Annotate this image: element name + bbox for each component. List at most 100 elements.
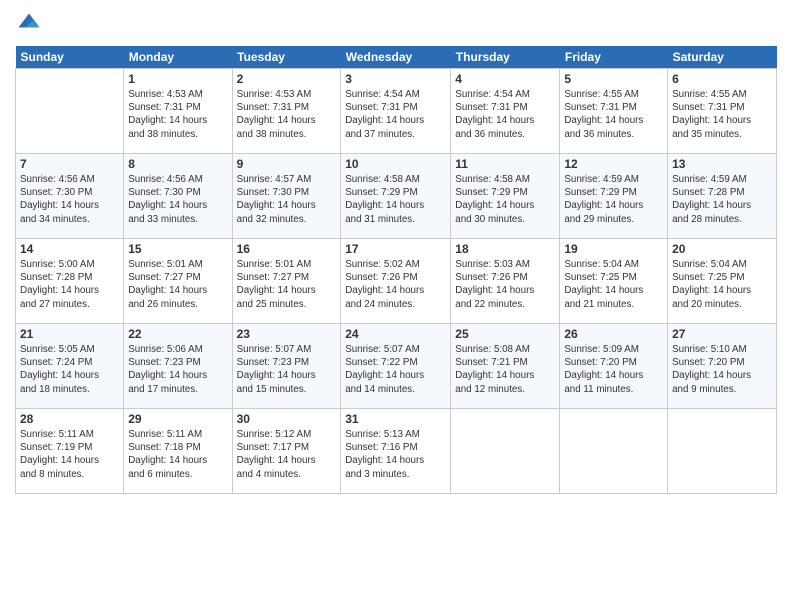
- calendar-cell: 20Sunrise: 5:04 AMSunset: 7:25 PMDayligh…: [668, 239, 777, 324]
- calendar-cell: 30 Sunrise: 5:12 AMSunset: 7:17 PMDayligh…: [232, 409, 341, 494]
- day-number: 11: [455, 157, 555, 171]
- day-info: Sunrise: 5:04 AMSunset: 7:25 PMDaylight:…: [564, 258, 663, 311]
- calendar-cell: 8 Sunrise: 4:56 AMSunset: 7:30 PMDaylight…: [124, 154, 232, 239]
- calendar-cell: 7 Sunrise: 4:56 AMSunset: 7:30 PMDaylight…: [16, 154, 124, 239]
- calendar-cell: 23 Sunrise: 5:07 AMSunset: 7:23 PMDayligh…: [232, 324, 341, 409]
- calendar-cell: 29Sunrise: 5:11 AMSunset: 7:18 PMDayligh…: [124, 409, 232, 494]
- calendar-cell: 2 Sunrise: 4:53 AMSunset: 7:31 PMDaylight…: [232, 69, 341, 154]
- calendar-cell: 27 Sunrise: 5:10 AMSunset: 7:20 PMDayligh…: [668, 324, 777, 409]
- calendar-cell: 18Sunrise: 5:03 AMSunset: 7:26 PMDayligh…: [451, 239, 560, 324]
- day-info: Sunrise: 5:00 AMSunset: 7:28 PMDaylight:…: [20, 258, 119, 311]
- day-number: 27: [672, 327, 772, 341]
- day-info: Sunrise: 5:01 AMSunset: 7:27 PMDaylight:…: [128, 258, 227, 311]
- day-header-monday: Monday: [124, 46, 232, 69]
- day-number: 7: [20, 157, 119, 171]
- day-number: 4: [455, 72, 555, 86]
- header-row: SundayMondayTuesdayWednesdayThursdayFrid…: [16, 46, 777, 69]
- day-number: 9: [237, 157, 337, 171]
- calendar-cell: 31 Sunrise: 5:13 AMSunset: 7:16 PMDayligh…: [341, 409, 451, 494]
- day-number: 21: [20, 327, 119, 341]
- day-number: 26: [564, 327, 663, 341]
- day-number: 24: [345, 327, 446, 341]
- day-info: Sunrise: 5:10 AMSunset: 7:20 PMDaylight:…: [672, 343, 772, 396]
- day-number: 22: [128, 327, 227, 341]
- day-header-friday: Friday: [560, 46, 668, 69]
- day-info: Sunrise: 4:58 AMSunset: 7:29 PMDaylight:…: [345, 173, 446, 226]
- week-row-2: 7 Sunrise: 4:56 AMSunset: 7:30 PMDaylight…: [16, 154, 777, 239]
- day-info: Sunrise: 5:04 AMSunset: 7:25 PMDaylight:…: [672, 258, 772, 311]
- logo: [15, 10, 45, 38]
- day-number: 31: [345, 412, 446, 426]
- calendar-cell: 24 Sunrise: 5:07 AMSunset: 7:22 PMDayligh…: [341, 324, 451, 409]
- calendar-cell: 28Sunrise: 5:11 AMSunset: 7:19 PMDayligh…: [16, 409, 124, 494]
- day-info: Sunrise: 4:56 AMSunset: 7:30 PMDaylight:…: [128, 173, 227, 226]
- day-number: 8: [128, 157, 227, 171]
- day-info: Sunrise: 5:01 AMSunset: 7:27 PMDaylight:…: [237, 258, 337, 311]
- calendar-cell: 17Sunrise: 5:02 AMSunset: 7:26 PMDayligh…: [341, 239, 451, 324]
- day-info: Sunrise: 5:13 AMSunset: 7:16 PMDaylight:…: [345, 428, 446, 481]
- calendar-cell: 6 Sunrise: 4:55 AMSunset: 7:31 PMDaylight…: [668, 69, 777, 154]
- calendar-cell: 25 Sunrise: 5:08 AMSunset: 7:21 PMDayligh…: [451, 324, 560, 409]
- header: [15, 10, 777, 38]
- week-row-4: 21 Sunrise: 5:05 AMSunset: 7:24 PMDayligh…: [16, 324, 777, 409]
- day-number: 2: [237, 72, 337, 86]
- day-info: Sunrise: 5:11 AMSunset: 7:19 PMDaylight:…: [20, 428, 119, 481]
- day-number: 17: [345, 242, 446, 256]
- day-info: Sunrise: 4:53 AMSunset: 7:31 PMDaylight:…: [128, 88, 227, 141]
- day-info: Sunrise: 5:12 AMSunset: 7:17 PMDaylight:…: [237, 428, 337, 481]
- calendar-cell: 5 Sunrise: 4:55 AMSunset: 7:31 PMDaylight…: [560, 69, 668, 154]
- day-info: Sunrise: 4:57 AMSunset: 7:30 PMDaylight:…: [237, 173, 337, 226]
- day-info: Sunrise: 4:53 AMSunset: 7:31 PMDaylight:…: [237, 88, 337, 141]
- day-header-thursday: Thursday: [451, 46, 560, 69]
- day-info: Sunrise: 4:54 AMSunset: 7:31 PMDaylight:…: [345, 88, 446, 141]
- day-number: 5: [564, 72, 663, 86]
- calendar-cell: [560, 409, 668, 494]
- calendar-cell: 19 Sunrise: 5:04 AMSunset: 7:25 PMDayligh…: [560, 239, 668, 324]
- day-number: 14: [20, 242, 119, 256]
- day-info: Sunrise: 4:55 AMSunset: 7:31 PMDaylight:…: [564, 88, 663, 141]
- day-info: Sunrise: 5:09 AMSunset: 7:20 PMDaylight:…: [564, 343, 663, 396]
- day-number: 10: [345, 157, 446, 171]
- day-info: Sunrise: 5:05 AMSunset: 7:24 PMDaylight:…: [20, 343, 119, 396]
- calendar-cell: 21 Sunrise: 5:05 AMSunset: 7:24 PMDayligh…: [16, 324, 124, 409]
- day-info: Sunrise: 4:59 AMSunset: 7:29 PMDaylight:…: [564, 173, 663, 226]
- calendar-cell: 14 Sunrise: 5:00 AMSunset: 7:28 PMDayligh…: [16, 239, 124, 324]
- day-header-saturday: Saturday: [668, 46, 777, 69]
- day-number: 25: [455, 327, 555, 341]
- day-info: Sunrise: 5:03 AMSunset: 7:26 PMDaylight:…: [455, 258, 555, 311]
- day-number: 1: [128, 72, 227, 86]
- day-number: 19: [564, 242, 663, 256]
- calendar-cell: [16, 69, 124, 154]
- day-header-tuesday: Tuesday: [232, 46, 341, 69]
- calendar-cell: 15 Sunrise: 5:01 AMSunset: 7:27 PMDayligh…: [124, 239, 232, 324]
- day-info: Sunrise: 4:56 AMSunset: 7:30 PMDaylight:…: [20, 173, 119, 226]
- calendar-cell: 9 Sunrise: 4:57 AMSunset: 7:30 PMDaylight…: [232, 154, 341, 239]
- logo-icon: [15, 10, 43, 38]
- calendar-table: SundayMondayTuesdayWednesdayThursdayFrid…: [15, 46, 777, 494]
- calendar-cell: 12 Sunrise: 4:59 AMSunset: 7:29 PMDayligh…: [560, 154, 668, 239]
- day-number: 23: [237, 327, 337, 341]
- day-info: Sunrise: 5:06 AMSunset: 7:23 PMDaylight:…: [128, 343, 227, 396]
- day-info: Sunrise: 5:11 AMSunset: 7:18 PMDaylight:…: [128, 428, 227, 481]
- day-number: 30: [237, 412, 337, 426]
- week-row-1: 1 Sunrise: 4:53 AMSunset: 7:31 PMDaylight…: [16, 69, 777, 154]
- day-info: Sunrise: 4:54 AMSunset: 7:31 PMDaylight:…: [455, 88, 555, 141]
- day-info: Sunrise: 5:07 AMSunset: 7:23 PMDaylight:…: [237, 343, 337, 396]
- calendar-cell: 16 Sunrise: 5:01 AMSunset: 7:27 PMDayligh…: [232, 239, 341, 324]
- calendar-cell: 4 Sunrise: 4:54 AMSunset: 7:31 PMDaylight…: [451, 69, 560, 154]
- day-number: 6: [672, 72, 772, 86]
- calendar-cell: [451, 409, 560, 494]
- day-header-sunday: Sunday: [16, 46, 124, 69]
- day-info: Sunrise: 5:08 AMSunset: 7:21 PMDaylight:…: [455, 343, 555, 396]
- calendar-cell: 1 Sunrise: 4:53 AMSunset: 7:31 PMDaylight…: [124, 69, 232, 154]
- day-info: Sunrise: 4:55 AMSunset: 7:31 PMDaylight:…: [672, 88, 772, 141]
- day-number: 13: [672, 157, 772, 171]
- day-number: 12: [564, 157, 663, 171]
- day-number: 15: [128, 242, 227, 256]
- day-number: 16: [237, 242, 337, 256]
- calendar-cell: 11Sunrise: 4:58 AMSunset: 7:29 PMDayligh…: [451, 154, 560, 239]
- calendar-cell: [668, 409, 777, 494]
- week-row-5: 28Sunrise: 5:11 AMSunset: 7:19 PMDayligh…: [16, 409, 777, 494]
- calendar-cell: 3Sunrise: 4:54 AMSunset: 7:31 PMDaylight…: [341, 69, 451, 154]
- day-info: Sunrise: 5:07 AMSunset: 7:22 PMDaylight:…: [345, 343, 446, 396]
